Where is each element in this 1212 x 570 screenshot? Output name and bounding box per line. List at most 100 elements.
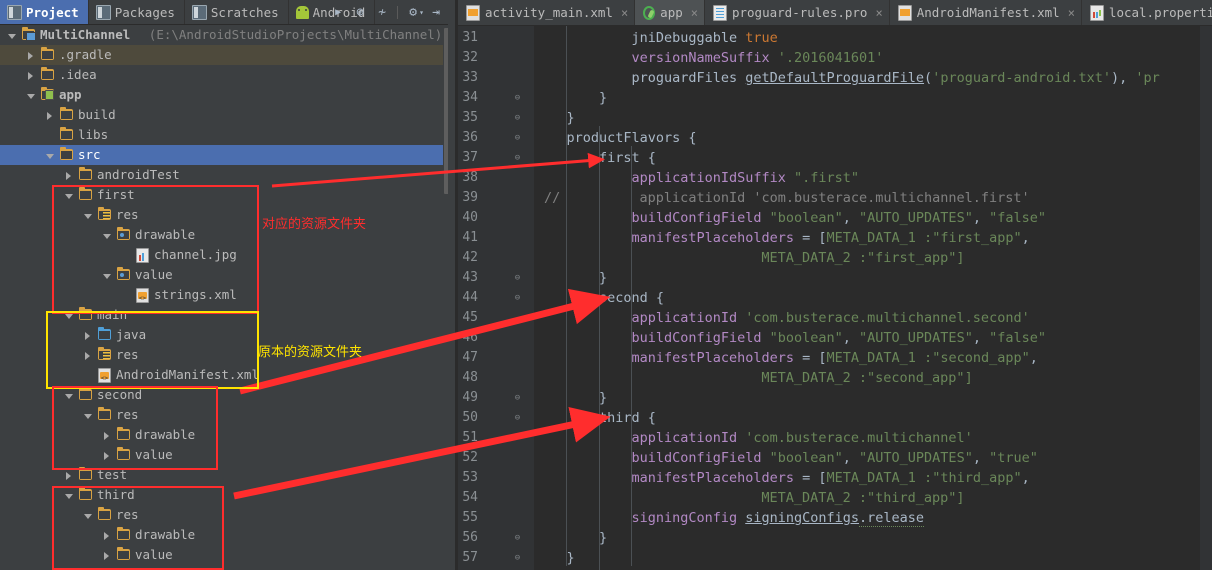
chevron-right-icon[interactable] — [103, 431, 112, 440]
code-line: productFlavors { — [534, 128, 696, 148]
editor-tab-label: app — [660, 5, 683, 20]
chevron-right-icon[interactable] — [103, 531, 112, 540]
editor-vertical-scrollbar[interactable] — [1188, 26, 1200, 570]
code-fold-start-icon[interactable]: ⊖ — [512, 288, 523, 308]
tree-node-build[interactable]: build — [0, 105, 443, 125]
tree-node-label: .gradle — [59, 47, 112, 62]
chevron-right-icon[interactable] — [103, 551, 112, 560]
tree-node-androidtest[interactable]: androidTest — [0, 165, 443, 185]
tree-node-channel-jpg[interactable]: channel.jpg — [0, 245, 443, 265]
editor-text-area[interactable]: jniDebuggable true versionNameSuffix '.20… — [534, 26, 1186, 570]
close-icon[interactable]: × — [875, 6, 882, 20]
folder-icon — [98, 506, 112, 521]
android-robot-icon — [295, 5, 309, 19]
tree-node-value[interactable]: value — [0, 445, 443, 465]
chevron-down-icon[interactable] — [65, 491, 74, 500]
editor-tab-app[interactable]: app × — [635, 0, 705, 25]
chevron-down-icon[interactable] — [27, 91, 36, 100]
hide-window-icon[interactable]: ⇥ — [426, 0, 446, 24]
run-icon[interactable]: ▶ — [328, 0, 348, 24]
code-fold-start-icon[interactable]: ⊖ — [512, 128, 523, 148]
tree-node-androidmanifest-xml[interactable]: AndroidManifest.xml — [0, 365, 443, 389]
folder-icon — [41, 66, 55, 81]
tree-node-res[interactable]: res — [0, 505, 443, 525]
tree-node-value[interactable]: value — [0, 265, 443, 285]
chevron-down-icon[interactable] — [103, 271, 112, 280]
editor-tab-proguard-rules-pro[interactable]: proguard-rules.pro × — [704, 0, 890, 25]
code-fold-end-icon[interactable]: ⊖ — [512, 388, 523, 408]
chevron-down-icon[interactable] — [103, 231, 112, 240]
chevron-right-icon[interactable] — [65, 171, 74, 180]
tree-node-second[interactable]: second — [0, 385, 443, 405]
editor-gutter[interactable]: 31 32 33 34 ⊖ 35 ⊖ 36 ⊖ 37 ⊖ 38 39 40 41 42 43 ⊖ 44 ⊖ 45 46 47… — [458, 26, 534, 570]
chevron-right-icon[interactable] — [27, 51, 36, 60]
tree-node-drawable[interactable]: drawable — [0, 525, 443, 545]
tree-node-label: value — [135, 267, 173, 282]
code-token: META_DATA_2 : — [761, 250, 868, 266]
tree-node-drawable[interactable]: drawable — [0, 225, 443, 245]
tree-node-main[interactable]: main — [0, 305, 443, 325]
tree-node-third[interactable]: third — [0, 485, 443, 505]
close-icon[interactable]: × — [1068, 6, 1075, 20]
tree-node-label: .idea — [59, 67, 97, 82]
editor-marker-bar[interactable] — [1200, 26, 1212, 570]
code-fold-start-icon[interactable]: ⊖ — [512, 148, 523, 168]
chevron-down-icon[interactable] — [84, 511, 93, 520]
chevron-down-icon[interactable]: ▾ — [419, 8, 424, 17]
code-fold-end-icon[interactable]: ⊖ — [512, 268, 523, 288]
editor-tab-androidmanifest-xml[interactable]: AndroidManifest.xml × — [889, 0, 1082, 25]
tree-node--gradle[interactable]: .gradle — [0, 45, 443, 65]
chevron-down-icon[interactable] — [84, 211, 93, 220]
code-token: } — [566, 550, 575, 566]
code-line: } — [534, 388, 607, 408]
chevron-down-icon[interactable] — [65, 311, 74, 320]
code-line: } — [534, 88, 607, 108]
code-fold-end-icon[interactable]: ⊖ — [512, 108, 523, 128]
tree-node-value[interactable]: value — [0, 545, 443, 565]
chevron-right-icon[interactable] — [103, 451, 112, 460]
project-tree[interactable]: MultiChannel (E:\AndroidStudioProjects\Mu… — [0, 25, 443, 570]
tree-node-app[interactable]: app — [0, 85, 443, 105]
tree-node-drawable[interactable]: drawable — [0, 425, 443, 445]
chevron-right-icon[interactable] — [84, 331, 93, 340]
chevron-right-icon[interactable] — [46, 111, 55, 120]
tree-node-label: first — [97, 187, 135, 202]
tree-node-res[interactable]: res — [0, 345, 443, 365]
chevron-down-icon[interactable] — [84, 411, 93, 420]
module-folder-icon — [41, 86, 55, 101]
tree-node-multichannel[interactable]: MultiChannel (E:\AndroidStudioProjects\Mu… — [0, 25, 443, 45]
chevron-down-icon[interactable] — [8, 31, 17, 40]
chevron-right-icon[interactable] — [27, 71, 36, 80]
chevron-right-icon[interactable] — [65, 471, 74, 480]
tree-node-first[interactable]: first — [0, 185, 443, 205]
close-icon[interactable]: × — [621, 6, 628, 20]
chevron-down-icon[interactable] — [65, 191, 74, 200]
tree-node-res[interactable]: res — [0, 205, 443, 225]
code-fold-start-icon[interactable]: ⊖ — [512, 408, 523, 428]
tree-node-java[interactable]: java — [0, 325, 443, 345]
code-fold-end-icon[interactable]: ⊖ — [512, 548, 523, 568]
tree-node-test[interactable]: test — [0, 465, 443, 485]
project-tree-scrollbar-thumb[interactable] — [444, 28, 448, 194]
tree-node-libs[interactable]: libs — [0, 125, 443, 145]
chevron-right-icon[interactable] — [84, 351, 93, 360]
chevron-down-icon[interactable] — [46, 151, 55, 160]
editor-tab-activity-main-xml[interactable]: activity_main.xml × — [458, 0, 636, 25]
tree-node-strings-xml[interactable]: strings.xml — [0, 285, 443, 309]
code-token: third { — [598, 410, 656, 426]
tool-tab-packages[interactable]: Packages — [89, 0, 185, 24]
tree-node--idea[interactable]: .idea — [0, 65, 443, 85]
collapse-all-icon[interactable]: ≁ — [372, 0, 392, 24]
tree-node-src[interactable]: src — [0, 145, 443, 165]
close-icon[interactable]: × — [691, 6, 698, 20]
code-fold-end-icon[interactable]: ⊖ — [512, 528, 523, 548]
code-fold-end-icon[interactable]: ⊖ — [512, 88, 523, 108]
editor-tab-label: proguard-rules.pro — [731, 5, 868, 20]
scroll-from-source-icon[interactable]: ⊕ — [350, 0, 370, 24]
chevron-down-icon[interactable] — [65, 391, 74, 400]
tool-tab-project[interactable]: Project — [0, 0, 89, 24]
editor-tab-local-properties[interactable]: local.properties× — [1081, 0, 1212, 25]
tool-tab-scratches[interactable]: Scratches — [185, 0, 289, 24]
tree-node-res[interactable]: res — [0, 405, 443, 425]
tree-node-label: drawable — [135, 427, 196, 442]
